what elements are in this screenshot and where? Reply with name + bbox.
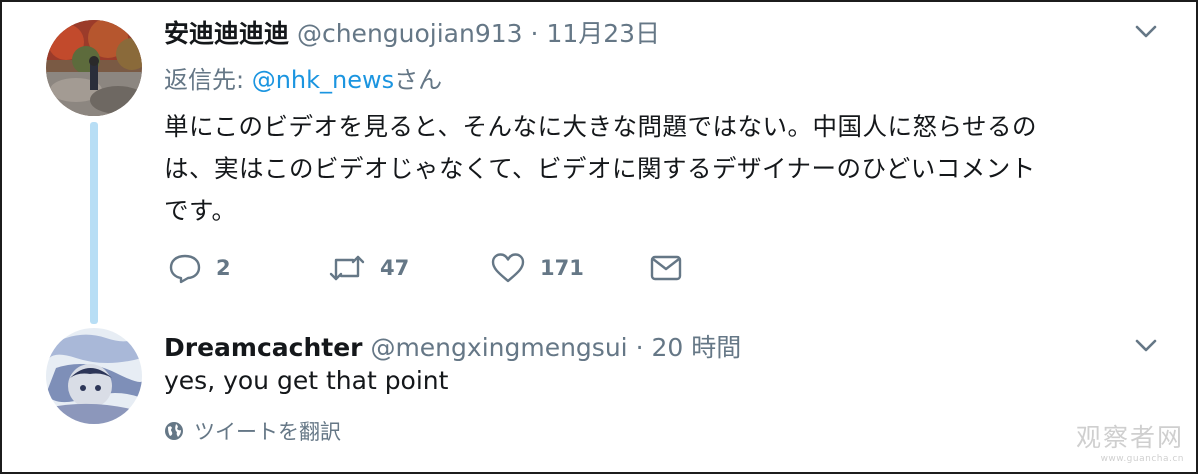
direct-message-button[interactable] xyxy=(650,248,682,288)
tweet-original: 安迪迪迪迪 @chenguojian913 · 11月23日 返信先: @nhk… xyxy=(2,2,1196,324)
reply-button[interactable]: 2 xyxy=(168,248,231,288)
globe-icon xyxy=(165,422,183,440)
tweet-text-line: は、実はこのビデオじゃなくて、ビデオに関するデザイナーのひどいコメント xyxy=(164,154,1036,183)
retweet-icon xyxy=(329,255,365,281)
avatar[interactable] xyxy=(46,328,142,424)
reply-prefix: 返信先: xyxy=(164,66,252,94)
translate-tweet-link[interactable]: ツイートを翻訳 xyxy=(164,416,341,446)
display-name[interactable]: 安迪迪迪迪 xyxy=(164,19,289,48)
avatar[interactable] xyxy=(46,20,142,116)
separator-dot: · xyxy=(635,333,644,362)
tweet-header: 安迪迪迪迪 @chenguojian913 · 11月23日 xyxy=(164,14,660,50)
watermark-url: www.guancha.cn xyxy=(1100,454,1184,464)
tweet-thread-frame: 安迪迪迪迪 @chenguojian913 · 11月23日 返信先: @nhk… xyxy=(0,0,1198,474)
timestamp[interactable]: 11月23日 xyxy=(546,19,660,48)
direct-message-icon xyxy=(650,255,682,281)
chevron-down-icon[interactable] xyxy=(1134,24,1158,40)
reply-icon xyxy=(169,254,201,284)
reply-suffix: さん xyxy=(394,66,443,94)
tweet-text-line: です。 xyxy=(164,196,237,225)
watermark-text: 观察者网 xyxy=(1075,423,1184,452)
user-handle[interactable]: @chenguojian913 xyxy=(297,19,523,48)
replying-to: 返信先: @nhk_newsさん xyxy=(164,60,442,95)
timestamp[interactable]: 20 時間 xyxy=(651,333,741,362)
tweet-text: yes, you get that point xyxy=(164,366,449,395)
like-icon xyxy=(491,253,525,283)
reply-mention-link[interactable]: @nhk_news xyxy=(252,66,394,94)
watermark: 观察者网 www.guancha.cn xyxy=(1076,418,1184,464)
tweet-header: Dreamcachter @mengxingmengsui · 20 時間 xyxy=(164,328,741,364)
tweet-text: 単にこのビデオを見ると、そんなに大きな問題ではない。中国人に怒らせるの は、実は… xyxy=(164,106,1164,232)
display-name[interactable]: Dreamcachter xyxy=(164,333,363,362)
chevron-down-icon[interactable] xyxy=(1134,338,1158,354)
tweet-text-line: 単にこのビデオを見ると、そんなに大きな問題ではない。中国人に怒らせるの xyxy=(164,112,1038,141)
translate-label: ツイートを翻訳 xyxy=(194,420,341,444)
tweet-actions: 2 47 171 xyxy=(164,248,724,288)
reply-count: 2 xyxy=(216,256,231,280)
retweet-button[interactable]: 47 xyxy=(328,248,409,288)
thread-connector-line xyxy=(90,122,98,324)
tweet-reply: Dreamcachter @mengxingmengsui · 20 時間 ye… xyxy=(2,322,1196,476)
separator-dot: · xyxy=(530,19,539,48)
user-handle[interactable]: @mengxingmengsui xyxy=(370,333,627,362)
like-count: 171 xyxy=(540,256,584,280)
retweet-count: 47 xyxy=(380,256,410,280)
like-button[interactable]: 171 xyxy=(490,248,584,288)
